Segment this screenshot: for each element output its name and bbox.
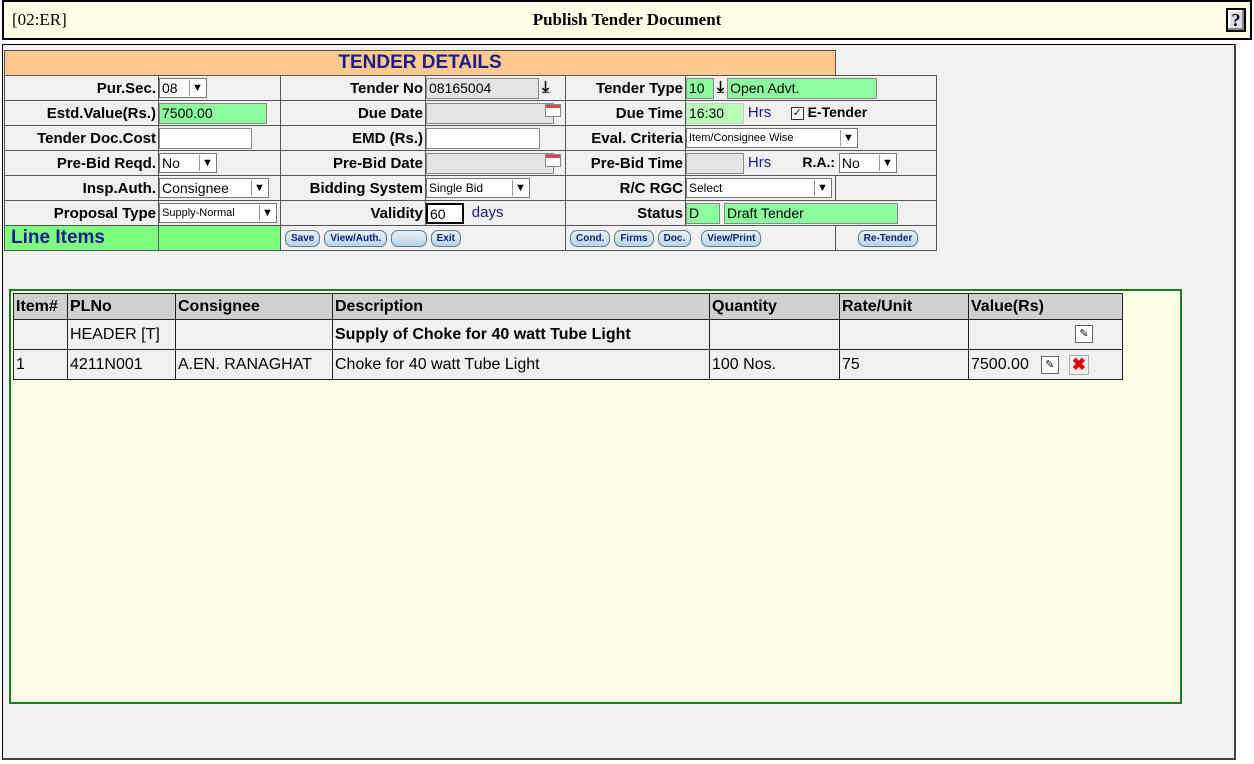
prebid-time-field[interactable] [686, 152, 744, 174]
estd-value-field[interactable]: 7500.00 [159, 102, 267, 124]
chevron-down-icon: ▼ [251, 180, 267, 196]
prebid-reqd-select[interactable]: No ▼ [159, 153, 217, 173]
estd-value-label: Estd.Value(Rs.) [4, 100, 159, 126]
prebid-time-label: Pre-Bid Time [565, 150, 686, 176]
eval-criteria-select[interactable]: Item/Consignee Wise ▼ [686, 128, 858, 148]
item-cell: 1 [13, 349, 68, 380]
rc-rgc-select[interactable]: Select ▼ [686, 178, 832, 198]
tender-type-code[interactable]: 10 [686, 77, 714, 99]
column-header: Consignee [175, 293, 333, 320]
line-items-panel: Item# PLNo Consignee Description Quantit… [9, 289, 1182, 704]
validity-field[interactable]: 60 [426, 202, 464, 224]
emd-field[interactable] [426, 127, 540, 149]
value-cell: 7500.00 [971, 355, 1029, 373]
ra-select[interactable]: No ▼ [838, 153, 897, 173]
status-value: Draft Tender [724, 202, 898, 224]
firms-button[interactable]: Firms [614, 229, 654, 247]
doc-button[interactable]: Doc. [657, 229, 692, 247]
tender-no-field[interactable]: 08165004 [426, 77, 539, 99]
calendar-icon[interactable] [545, 154, 561, 167]
hrs-unit: Hrs [747, 103, 772, 121]
section-title: TENDER DETAILS [3, 50, 837, 76]
insp-auth-label: Insp.Auth. [4, 175, 159, 201]
due-time-label: Due Time [565, 100, 686, 126]
tender-type-value: Open Advt. [727, 77, 878, 99]
chevron-down-icon: ▼ [189, 80, 205, 96]
insp-auth-select[interactable]: Consignee ▼ [159, 178, 269, 198]
help-button[interactable]: ? [1226, 8, 1246, 32]
description-cell: Supply of Choke for 40 watt Tube Light [332, 319, 710, 350]
page-title: Publish Tender Document [532, 10, 722, 29]
status-label: Status [565, 200, 686, 226]
column-header: Quantity [709, 293, 840, 320]
plno-cell: HEADER [T] [67, 319, 176, 350]
proposal-type-label: Proposal Type [4, 200, 159, 226]
tender-type-label: Tender Type [565, 75, 686, 101]
table-header-row: Item# PLNo Consignee Description Quantit… [13, 293, 1123, 320]
exit-button[interactable]: Exit [430, 229, 461, 247]
down-arrow-icon[interactable]: ⤓ [542, 79, 549, 96]
column-header: PLNo [67, 293, 176, 320]
calendar-icon[interactable] [545, 104, 561, 117]
pur-sec-label: Pur.Sec. [4, 75, 159, 101]
etender-checkbox[interactable]: ✓ [790, 106, 804, 120]
emd-label: EMD (Rs.) [280, 125, 426, 151]
table-row: HEADER [T] Supply of Choke for 40 watt T… [13, 319, 1123, 350]
bidding-system-label: Bidding System [280, 175, 426, 201]
tender-details-table: TENDER DETAILS Pur.Sec. 08 ▼ Tender No 08… [3, 50, 938, 251]
title-bar: [02:ER] Publish Tender Document ? [2, 0, 1252, 40]
down-arrow-icon[interactable]: ⤓ [717, 79, 724, 96]
edit-icon[interactable]: ✎ [1040, 355, 1059, 374]
hrs-unit: Hrs [747, 153, 772, 171]
validity-label: Validity [280, 200, 426, 226]
chevron-down-icon: ▼ [878, 155, 895, 171]
doc-cost-label: Tender Doc.Cost [4, 125, 159, 151]
chevron-down-icon: ▼ [199, 155, 215, 171]
description-cell: Choke for 40 watt Tube Light [332, 349, 710, 380]
column-header: Value(Rs) [968, 293, 1123, 320]
rc-rgc-label: R/C RGC [565, 175, 686, 201]
line-items-label: Line Items [11, 227, 105, 248]
prebid-reqd-label: Pre-Bid Reqd. [4, 150, 159, 176]
ra-label: R.A.: [802, 153, 836, 170]
due-time-field[interactable]: 16:30 [686, 102, 744, 124]
edit-icon[interactable]: ✎ [1075, 325, 1093, 344]
etender-label: E-Tender [807, 103, 868, 120]
status-code: D [686, 202, 720, 224]
column-header: Description [332, 293, 710, 320]
prebid-date-field[interactable] [426, 152, 554, 174]
consignee-cell: A.EN. RANAGHAT [175, 349, 333, 380]
due-date-field[interactable] [426, 102, 554, 124]
eval-criteria-label: Eval. Criteria [565, 125, 686, 151]
proposal-type-select[interactable]: Supply-Normal ▼ [159, 203, 277, 223]
cond-button[interactable]: Cond. [570, 229, 611, 247]
save-button[interactable]: Save [285, 229, 321, 247]
plno-cell: 4211N001 [67, 349, 176, 380]
due-date-label: Due Date [280, 100, 426, 126]
corr-button: Corr. [391, 229, 427, 247]
line-items-header: Line Items [4, 225, 159, 251]
tender-no-label: Tender No [280, 75, 426, 101]
retender-button[interactable]: Re-Tender [857, 229, 919, 247]
quantity-cell: 100 Nos. [709, 349, 840, 380]
view-auth-button[interactable]: View/Auth. [324, 229, 388, 247]
chevron-down-icon: ▼ [840, 130, 856, 146]
pur-sec-select[interactable]: 08 ▼ [159, 78, 207, 98]
chevron-down-icon: ▼ [814, 180, 830, 196]
column-header: Item# [13, 293, 68, 320]
days-unit: days [471, 203, 504, 221]
delete-icon[interactable]: ✖ [1068, 354, 1089, 375]
line-items-table: Item# PLNo Consignee Description Quantit… [13, 293, 1123, 380]
column-header: Rate/Unit [839, 293, 969, 320]
chevron-down-icon: ▼ [512, 180, 528, 196]
prebid-date-label: Pre-Bid Date [280, 150, 426, 176]
table-row: 1 4211N001 A.EN. RANAGHAT Choke for 40 w… [13, 349, 1123, 380]
view-print-button[interactable]: View/Print [701, 229, 762, 247]
chevron-down-icon: ▼ [259, 205, 275, 221]
doc-cost-field[interactable] [159, 127, 252, 149]
rate-cell: 75 [839, 349, 969, 380]
bidding-system-select[interactable]: Single Bid ▼ [426, 178, 530, 198]
